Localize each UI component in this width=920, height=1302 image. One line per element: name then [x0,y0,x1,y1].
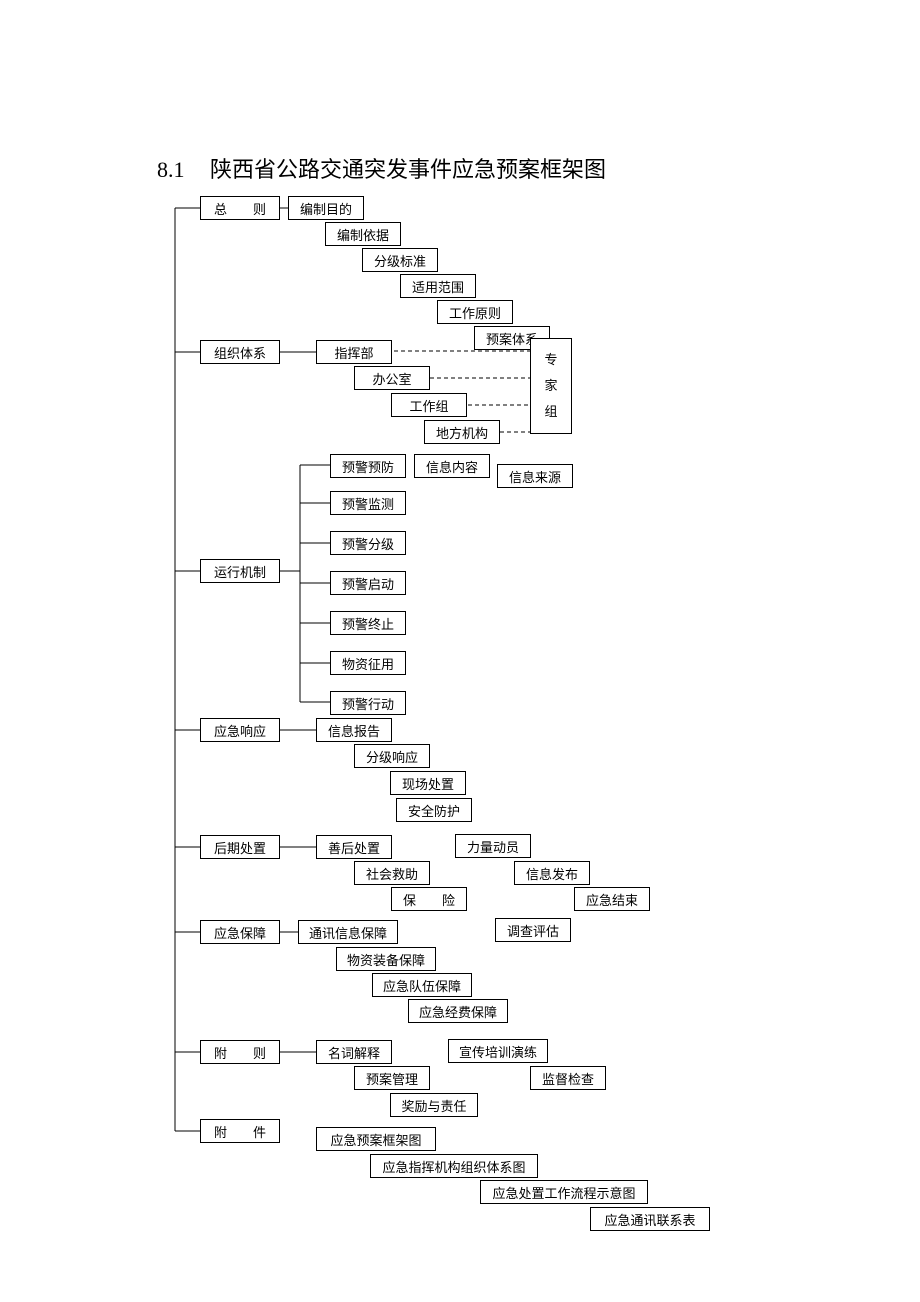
section-operation: 运行机制 [200,559,280,583]
item-workgroup: 工作组 [391,393,467,417]
item-reward-duty: 奖励与责任 [390,1093,478,1117]
item-aftermath: 善后处置 [316,835,392,859]
item-funds-guarantee: 应急经费保障 [408,999,508,1023]
item-workflow-diagram: 应急处置工作流程示意图 [480,1180,648,1204]
item-contact-table: 应急通讯联系表 [590,1207,710,1231]
item-team-guarantee: 应急队伍保障 [372,973,472,997]
item-expert-group: 专 家 组 [530,338,572,434]
section-general: 总 则 [200,196,280,220]
item-warn-end: 预警终止 [330,611,406,635]
item-standard: 分级标准 [362,248,438,272]
item-investigate: 调查评估 [495,918,571,942]
item-command: 指挥部 [316,340,392,364]
item-info-publish: 信息发布 [514,861,590,885]
item-warn-monitor: 预警监测 [330,491,406,515]
section-guarantee: 应急保障 [200,920,280,944]
item-supervision: 监督检查 [530,1066,606,1090]
item-scene-handle: 现场处置 [390,771,466,795]
item-material-guarantee: 物资装备保障 [336,947,436,971]
item-scope: 适用范围 [400,274,476,298]
item-warn-level: 预警分级 [330,531,406,555]
item-material-req: 物资征用 [330,651,406,675]
page: 8.1 陕西省公路交通突发事件应急预案框架图 总 则 编制目的 编制依 [0,0,920,1302]
item-safety-protect: 安全防护 [396,798,472,822]
item-plan-manage: 预案管理 [354,1066,430,1090]
section-supplementary: 附 则 [200,1040,280,1064]
item-framework-diagram: 应急预案框架图 [316,1127,436,1151]
section-attachments: 附 件 [200,1119,280,1143]
title-number: 8.1 [157,157,185,182]
expert-l3: 组 [544,399,557,425]
item-warn-action: 预警行动 [330,691,406,715]
item-level-response: 分级响应 [354,744,430,768]
item-training: 宣传培训演练 [448,1039,548,1063]
item-comm-guarantee: 通讯信息保障 [298,920,398,944]
section-post: 后期处置 [200,835,280,859]
item-info-report: 信息报告 [316,718,392,742]
item-terminology: 名词解释 [316,1040,392,1064]
item-local: 地方机构 [424,420,500,444]
expert-l1: 专 [544,347,557,373]
item-principles: 工作原则 [437,300,513,324]
section-response: 应急响应 [200,718,280,742]
item-insurance: 保 险 [391,887,467,911]
item-org-diagram: 应急指挥机构组织体系图 [370,1154,538,1178]
item-info-content: 信息内容 [414,454,490,478]
expert-l2: 家 [544,373,557,399]
item-warn-prevent: 预警预防 [330,454,406,478]
item-info-source: 信息来源 [497,464,573,488]
item-warn-start: 预警启动 [330,571,406,595]
page-title: 8.1 陕西省公路交通突发事件应急预案框架图 [157,152,606,184]
item-office: 办公室 [354,366,430,390]
item-emergency-end: 应急结束 [574,887,650,911]
item-purpose: 编制目的 [288,196,364,220]
item-basis: 编制依据 [325,222,401,246]
item-force-mobilize: 力量动员 [455,834,531,858]
section-organization: 组织体系 [200,340,280,364]
item-social-aid: 社会救助 [354,861,430,885]
title-text: 陕西省公路交通突发事件应急预案框架图 [210,157,606,182]
